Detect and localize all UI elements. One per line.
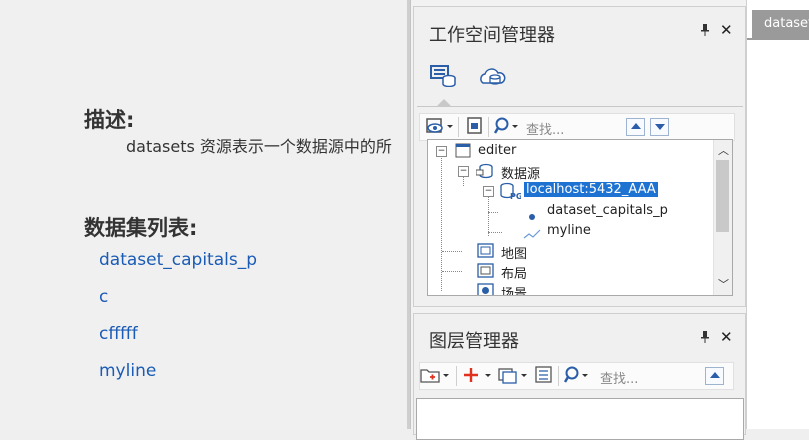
- postgresql-datasource-icon: PG: [499, 182, 522, 204]
- cloud-datasource-icon[interactable]: [478, 65, 506, 91]
- dataset-link[interactable]: dataset_capitals_p: [99, 250, 257, 270]
- document-tab-label: dataset: [764, 16, 809, 31]
- scenes-icon: [477, 283, 494, 295]
- line-dataset-icon: [523, 225, 541, 244]
- dock-panel: 工作空间管理器 ✕ 查找... − editer − 数据源 − P local…: [410, 0, 747, 440]
- tree-node-layouts[interactable]: 布局: [501, 263, 527, 282]
- layer-group-icon[interactable]: [498, 366, 528, 388]
- tab-divider: [417, 106, 743, 107]
- point-dataset-icon: [528, 206, 536, 225]
- layouts-icon: [477, 263, 494, 282]
- document-tab[interactable]: dataset: [752, 10, 809, 38]
- workspace-manager-panel: 工作空间管理器 ✕ 查找... − editer − 数据源 − P local…: [413, 6, 746, 307]
- toolbar-separator: [456, 366, 457, 386]
- document-tab-area: dataset: [746, 0, 809, 429]
- tree-line: [488, 232, 502, 233]
- toolbar-separator: [558, 366, 559, 386]
- layer-manager-title: 图层管理器: [429, 331, 519, 352]
- scroll-up-icon[interactable]: ︿: [718, 142, 729, 158]
- dataset-link[interactable]: cfffff: [99, 324, 138, 344]
- tree-line: [442, 271, 462, 272]
- dataset-list-heading: 数据集列表:: [84, 216, 198, 240]
- workspace-tree: − editer − 数据源 − PG localhost:5432_AAA d…: [427, 139, 733, 296]
- close-icon[interactable]: ✕: [720, 21, 733, 39]
- pin-icon[interactable]: [700, 331, 710, 346]
- pin-icon[interactable]: [700, 24, 710, 39]
- add-layer-folder-icon[interactable]: [420, 366, 450, 388]
- toolbar-separator: [458, 117, 459, 137]
- tree-line: [488, 196, 489, 236]
- scroll-down-icon[interactable]: ﹀: [718, 276, 729, 292]
- maps-icon: [477, 243, 494, 262]
- next-result-button[interactable]: [650, 118, 669, 136]
- collapse-toggle[interactable]: −: [436, 146, 447, 157]
- layer-list: [416, 398, 744, 440]
- close-icon[interactable]: ✕: [720, 328, 733, 346]
- dataset-link[interactable]: myline: [99, 361, 156, 381]
- collapse-toggle[interactable]: −: [458, 166, 469, 177]
- collapse-toggle[interactable]: −: [483, 186, 494, 197]
- workspace-toolbar: 查找...: [419, 113, 735, 141]
- tree-line: [442, 251, 462, 252]
- tree-node-dataset[interactable]: dataset_capitals_p: [547, 203, 668, 218]
- tree-node-dataset[interactable]: myline: [547, 223, 591, 238]
- scrollbar-thumb[interactable]: [716, 160, 729, 232]
- active-tab-indicator: [436, 99, 452, 107]
- toolbar-separator: [488, 117, 489, 137]
- add-icon[interactable]: [462, 366, 492, 388]
- layer-toolbar: 查找...: [419, 362, 734, 390]
- tree-node-maps[interactable]: 地图: [501, 243, 527, 262]
- workspace-datasource-icon[interactable]: [430, 65, 456, 91]
- open-file-icon[interactable]: [465, 117, 485, 139]
- datasources-icon: [475, 163, 494, 183]
- previous-result-button[interactable]: [626, 118, 645, 136]
- view-eye-icon[interactable]: [426, 117, 454, 139]
- search-input[interactable]: 查找...: [526, 119, 564, 138]
- tree-line: [463, 176, 464, 186]
- tree-scrollbar[interactable]: ︿ ﹀: [713, 140, 732, 295]
- previous-result-button[interactable]: [705, 367, 724, 385]
- tree-node-workspace[interactable]: editer: [478, 143, 516, 158]
- tree-line: [488, 212, 498, 213]
- description-heading: 描述:: [84, 108, 135, 132]
- layer-properties-icon[interactable]: [534, 366, 554, 388]
- tab-strip-line: [747, 38, 809, 40]
- tree-node-datasources[interactable]: 数据源: [501, 163, 540, 182]
- tree-node-connection[interactable]: localhost:5432_AAA: [524, 182, 658, 197]
- dataset-link[interactable]: c: [99, 287, 108, 307]
- workspace-manager-title: 工作空间管理器: [429, 25, 555, 46]
- search-icon[interactable]: [493, 117, 520, 139]
- tree-node-scenes[interactable]: 场景: [501, 283, 527, 295]
- svg-text:PG: PG: [510, 192, 521, 200]
- search-input[interactable]: 查找...: [600, 368, 638, 387]
- workspace-icon: [455, 143, 471, 162]
- description-text: datasets 资源表示一个数据源中的所: [126, 137, 392, 156]
- document-view: 描述: datasets 资源表示一个数据源中的所 数据集列表: dataset…: [0, 0, 410, 429]
- search-icon[interactable]: [563, 366, 594, 388]
- layer-manager-panel: 图层管理器 ✕ 查找...: [413, 313, 746, 440]
